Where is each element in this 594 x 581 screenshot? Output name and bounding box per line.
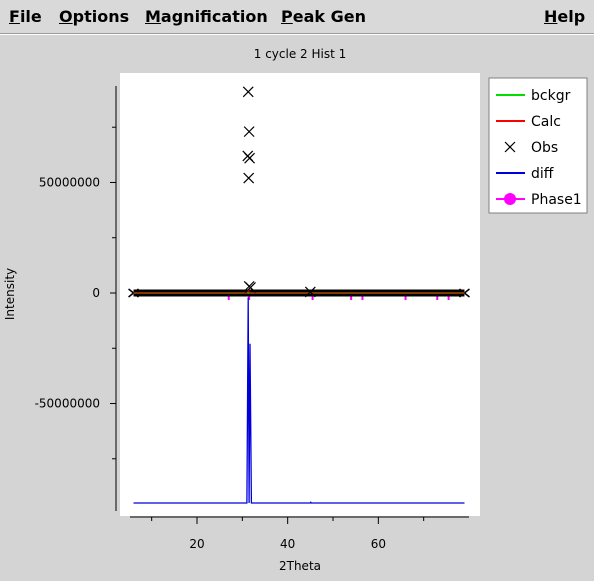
menu-peak-gen-mnemonic: P	[281, 7, 293, 26]
menu-magnification[interactable]: Magnification	[145, 7, 268, 26]
x-tick-label: 20	[189, 537, 204, 551]
menu-file-mnemonic: F	[9, 7, 20, 26]
menu-file-label: ile	[19, 7, 42, 26]
chart-area[interactable]: 50000000 0 -50000000 20 40 60 1 cycle 2 Hist 1…	[0, 35, 594, 577]
legend-swatch-circle	[504, 193, 516, 205]
menu-peak-gen[interactable]: Peak Gen	[281, 7, 366, 26]
menu-help[interactable]: Help	[544, 7, 585, 26]
menu-options[interactable]: Options	[59, 7, 129, 26]
y-axis-label: Intensity	[3, 268, 17, 320]
y-tick-label: -50000000	[35, 397, 100, 411]
x-tick-label: 40	[280, 537, 295, 551]
x-tick-label: 60	[371, 537, 386, 551]
menu-options-mnemonic: O	[59, 7, 73, 26]
legend-label: bckgr	[531, 88, 571, 104]
legend-label: diff	[531, 166, 554, 182]
y-tick-label: 50000000	[39, 175, 100, 189]
menu-magnification-label: agnification	[160, 7, 268, 26]
legend-label: Phase1	[531, 192, 582, 208]
menu-magnification-mnemonic: M	[145, 7, 161, 26]
x-axis-label: 2Theta	[279, 559, 321, 573]
menu-help-mnemonic: H	[544, 7, 558, 26]
powder-diffraction-chart[interactable]: 50000000 0 -50000000 20 40 60 1 cycle 2 Hist 1…	[0, 35, 594, 577]
legend-label: Obs	[531, 140, 558, 156]
chart-title: 1 cycle 2 Hist 1	[254, 47, 347, 61]
menu-bar: File Options Magnification Peak Gen Help	[0, 0, 594, 35]
y-tick-label: 0	[92, 286, 100, 300]
menu-options-label: ptions	[72, 7, 130, 26]
menu-file[interactable]: File	[9, 7, 42, 26]
menu-peak-gen-label: eak Gen	[292, 7, 366, 26]
legend-label: Calc	[531, 114, 561, 130]
menu-help-label: elp	[557, 7, 586, 26]
